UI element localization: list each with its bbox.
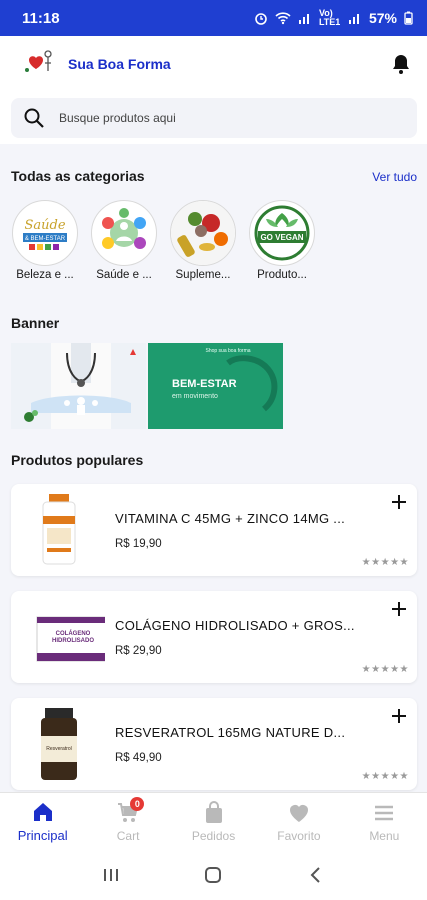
product-price: R$ 29,90 — [115, 645, 162, 657]
search-icon — [24, 108, 44, 128]
product-name: RESVERATROL 165MG NATURE D... — [115, 725, 346, 740]
category-item-supplements[interactable]: Suplеme... — [169, 200, 237, 281]
battery-icon — [404, 11, 413, 25]
signal-icon — [298, 14, 309, 24]
product-image-text: COLÁGENO — [56, 630, 91, 637]
category-image-title: GO VEGAN — [260, 233, 303, 242]
recent-apps-icon[interactable] — [99, 863, 123, 887]
banner-sub-text: em movimento — [172, 393, 218, 400]
product-image-text: HIDROLISADO — [52, 638, 94, 644]
status-bar: 11:18 Vo) LTE1 57% — [0, 0, 427, 36]
status-icons: Vo) LTE1 57% — [254, 9, 413, 27]
alarm-icon — [255, 13, 267, 25]
product-rating: ★★★★★ — [361, 664, 409, 675]
product-card[interactable]: COLÁGENO HIDROLISADO COLÁGENO HIDROLISAD… — [11, 591, 417, 683]
category-item-health[interactable]: Saúde e ... — [90, 200, 158, 281]
category-label: Produto... — [257, 269, 307, 281]
categories-title: Todas as categorias — [11, 168, 145, 184]
battery-level: 57% — [368, 10, 397, 26]
heart-icon — [289, 804, 308, 822]
notification-bell-icon[interactable] — [389, 52, 413, 76]
home-button-icon[interactable] — [201, 863, 225, 887]
nav-item-principal[interactable]: Principal — [0, 793, 85, 850]
add-to-cart-icon[interactable] — [389, 706, 409, 726]
cart-badge: 0 — [130, 797, 145, 811]
search-input[interactable] — [59, 111, 379, 125]
nav-label: Favorito — [277, 828, 321, 843]
banner-slide-doctor[interactable] — [11, 343, 146, 429]
add-to-cart-icon[interactable] — [389, 599, 409, 619]
banner-carousel[interactable]: Shop sua boa forma BEM-ESTAR em moviment… — [11, 343, 283, 429]
nav-label: Cart — [116, 828, 140, 843]
category-image — [170, 200, 236, 266]
nav-label: Principal — [17, 828, 68, 843]
product-image-text: Resveratrol — [46, 746, 72, 752]
search-bar[interactable] — [11, 98, 417, 138]
nav-item-favorito[interactable]: Favorito — [256, 793, 341, 850]
nav-label: Menu — [369, 828, 400, 843]
category-label: Saúde e ... — [96, 269, 152, 281]
popular-products-title: Produtos populares — [11, 452, 144, 468]
product-name: COLÁGENO HIDROLISADO + GROS... — [115, 618, 355, 633]
product-card[interactable]: Resveratrol RESVERATROL 165MG NATURE D..… — [11, 698, 417, 790]
bottom-navigation: Principal 0 Cart Pedidos Favorito Menu — [0, 792, 427, 850]
product-rating: ★★★★★ — [361, 771, 409, 782]
network-label: Vo) LTE1 — [318, 8, 341, 27]
add-to-cart-icon[interactable] — [389, 492, 409, 512]
bag-icon — [205, 800, 222, 823]
nav-item-menu[interactable]: Menu — [342, 793, 427, 850]
menu-icon — [375, 805, 394, 820]
category-item-beauty[interactable]: Saúde & BEM-ESTAR Beleza e ... — [11, 200, 79, 281]
app-title: Sua Boa Forma — [68, 56, 171, 72]
category-item-vegan[interactable]: GO VEGAN Produto... — [248, 200, 316, 281]
product-image: COLÁGENO HIDROLISADO — [36, 616, 105, 662]
category-image-subtitle: & BEM-ESTAR — [25, 236, 66, 242]
product-price: R$ 19,90 — [115, 538, 162, 550]
home-icon — [33, 803, 52, 821]
see-all-link[interactable]: Ver tudo — [372, 170, 417, 184]
app-bar: Sua Boa Forma — [0, 36, 427, 92]
back-icon[interactable] — [304, 863, 328, 887]
banner-headline-text: BEM-ESTAR — [172, 378, 237, 390]
nav-item-pedidos[interactable]: Pedidos — [171, 793, 256, 850]
banner-slide-wellness[interactable]: Shop sua boa forma BEM-ESTAR em moviment… — [148, 343, 283, 429]
product-rating: ★★★★★ — [361, 557, 409, 568]
category-list: Saúde & BEM-ESTAR Beleza e ... Saúde e .… — [11, 200, 316, 281]
product-name: VITAMINA C 45MG + ZINCO 14MG ... — [115, 511, 346, 526]
category-image-title: Saúde — [24, 218, 65, 233]
product-card[interactable]: VITAMINA C 45MG + ZINCO 14MG ... R$ 19,9… — [11, 484, 417, 576]
status-time: 11:18 — [22, 9, 60, 27]
category-image — [91, 200, 157, 266]
search-section — [0, 92, 427, 144]
banner-brand-text: Shop sua boa forma — [205, 348, 250, 354]
wifi-icon — [275, 12, 291, 25]
app-logo — [20, 44, 60, 84]
category-label: Beleza e ... — [16, 269, 74, 281]
category-image: GO VEGAN — [249, 200, 315, 266]
product-image — [42, 494, 76, 565]
nav-label: Pedidos — [191, 828, 236, 843]
banner-title: Banner — [11, 315, 60, 331]
signal-icon-2 — [348, 14, 359, 24]
category-label: Suplеme... — [175, 269, 231, 281]
nav-item-cart[interactable]: 0 Cart — [85, 793, 170, 850]
category-image: Saúde & BEM-ESTAR — [12, 200, 78, 266]
system-navigation-bar — [0, 850, 427, 900]
product-price: R$ 49,90 — [115, 752, 162, 764]
product-image: Resveratrol — [41, 708, 77, 780]
